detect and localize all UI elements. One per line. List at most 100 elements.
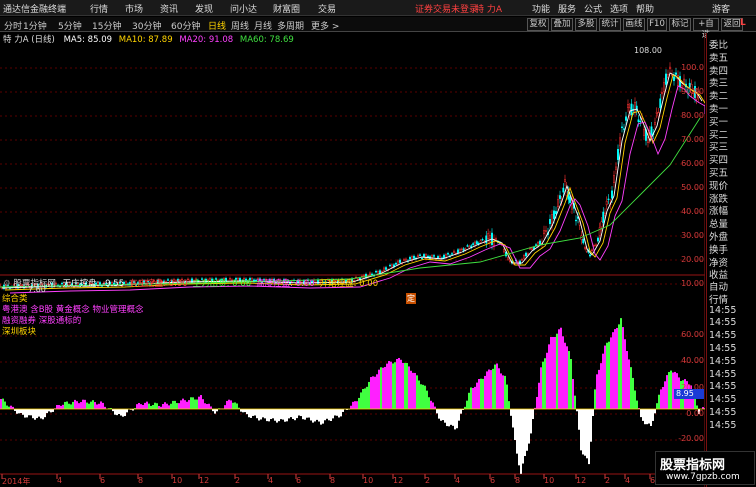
indicator-bar [268, 409, 270, 422]
candle-body [383, 267, 385, 271]
indicator-bar [250, 409, 252, 418]
time-axis-label: 2 [425, 476, 431, 485]
indicator-bar [394, 362, 396, 409]
candle-body [523, 255, 525, 259]
indicator-bar [490, 370, 492, 409]
candle-body [527, 253, 529, 255]
indicator-current-value: 8.95 [674, 389, 704, 399]
indicator-bar [430, 400, 432, 409]
indicator-bar [192, 397, 194, 409]
indicator-bar [610, 337, 612, 409]
candle-body [582, 238, 585, 244]
indicator-bar [602, 353, 604, 409]
indicator-bar [450, 409, 452, 425]
indicator-bar [642, 409, 644, 421]
indicator-bar [94, 402, 96, 409]
indicator-bar [6, 405, 8, 409]
indicator-bar [458, 409, 460, 421]
indicator-title[interactable]: 股票指标网 [13, 279, 56, 289]
indicator-bar [148, 403, 150, 409]
indicator-bar [588, 409, 590, 465]
time-axis-label: 6 [100, 476, 106, 485]
tick-time-label: 14:55 [709, 419, 737, 431]
indicator-bar [126, 409, 128, 413]
indicator-bar [196, 399, 198, 409]
indicator-bar [416, 375, 418, 409]
indicator-bar [74, 399, 76, 409]
indicator-bar [456, 409, 458, 429]
indicator-bar [512, 409, 514, 428]
indicator-bar [302, 409, 304, 420]
indicator-axis-label: 0.00 [686, 409, 704, 418]
candle-body [369, 272, 371, 275]
indicator-bar [478, 379, 480, 409]
candle-body [595, 244, 597, 246]
candle-body [531, 247, 533, 250]
price-axis-label: 60.00 [681, 159, 704, 168]
candle-body [549, 218, 551, 225]
indicator-bar [366, 386, 368, 409]
indicator-bar [36, 409, 38, 419]
price-axis-label: 100.0 [681, 63, 704, 72]
candle-body [405, 258, 407, 261]
indicator-bar [454, 409, 456, 430]
indicator-bar [356, 401, 358, 409]
indicator-bar [390, 361, 392, 409]
indicator-bar [550, 337, 552, 409]
guest-label[interactable]: 游客 [712, 2, 730, 15]
indicator-bar [596, 374, 598, 409]
indicator-bar [444, 409, 446, 423]
indicator-bar [248, 409, 250, 418]
indicator-bar [4, 401, 6, 409]
indicator-bar [90, 401, 92, 409]
indicator-bar [140, 404, 142, 409]
indicator-bar [412, 372, 414, 409]
indicator-bar [40, 409, 42, 419]
indicator-bar [432, 402, 434, 409]
candle-body [584, 247, 586, 249]
indicator-bar [670, 370, 672, 409]
kline-chart[interactable] [0, 0, 705, 487]
indicator-bar [44, 409, 46, 418]
time-axis-label: 4 [625, 476, 631, 485]
indicator-bar [208, 403, 210, 409]
indicator-bar [380, 367, 382, 409]
indicator-bar [30, 409, 32, 416]
indicator-bar [392, 363, 394, 409]
candle-body [675, 72, 677, 75]
indicator-bar [10, 405, 12, 409]
price-axis-label: 30.00 [681, 231, 704, 240]
event-marker[interactable]: 定 [406, 293, 416, 304]
indicator-bar [274, 409, 276, 421]
indicator-bar [632, 377, 634, 409]
indicator-bar [606, 342, 608, 409]
candle-body [545, 230, 547, 232]
indicator-bar [214, 409, 216, 414]
indicator-bar [306, 409, 308, 418]
price-axis-label: 40.00 [681, 207, 704, 216]
indicator-bar [648, 409, 650, 424]
indicator-bar [292, 409, 294, 419]
indicator-bar [322, 409, 324, 424]
indicator-bar [174, 400, 176, 409]
indicator-bar [282, 409, 284, 420]
indicator-bar [518, 409, 520, 466]
indicator-bar [358, 397, 360, 409]
time-axis-label: 6 [490, 476, 496, 485]
sector-tag[interactable]: 深圳板块 [2, 325, 36, 337]
time-axis-label: 2 [605, 476, 611, 485]
indicator-bar [420, 384, 422, 409]
candle-body [468, 246, 471, 249]
indicator-bar [570, 359, 572, 409]
candle-body [598, 227, 601, 236]
indicator-bar [252, 409, 254, 416]
indicator-bar [402, 362, 404, 409]
indicator-bar [56, 405, 58, 409]
indicator-bar [558, 329, 560, 409]
indicator-bar [488, 369, 490, 409]
indicator-bar [52, 409, 54, 412]
indicator-bar [494, 364, 496, 409]
indicator-bar [22, 409, 24, 415]
indicator-bar [568, 351, 570, 409]
indicator-bar [180, 400, 182, 409]
